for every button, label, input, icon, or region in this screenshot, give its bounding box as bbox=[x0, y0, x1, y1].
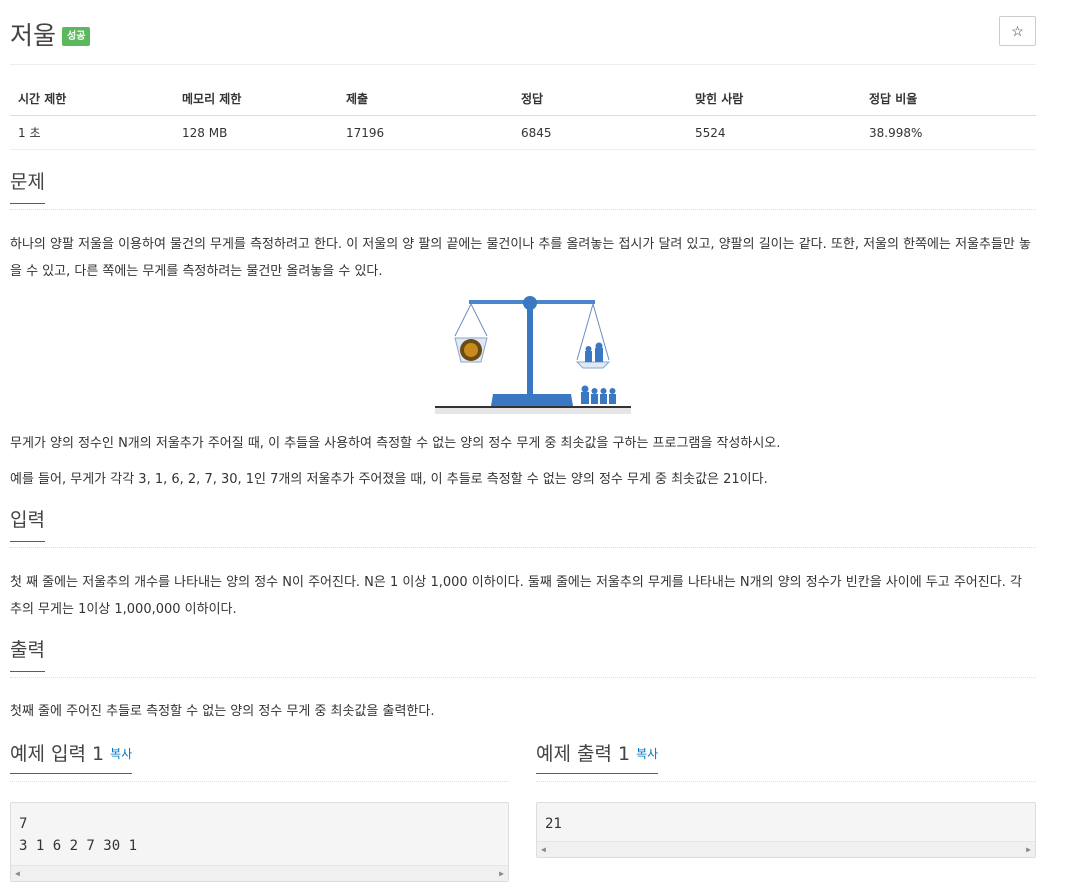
input-description: 첫 째 줄에는 저울추의 개수를 나타내는 양의 정수 N이 주어진다. N은 … bbox=[10, 575, 1022, 617]
output-section-title: 출력 bbox=[10, 638, 45, 672]
header-solvers: 맞힌 사람 bbox=[687, 84, 861, 116]
output-description: 첫째 줄에 주어진 추들로 측정할 수 없는 양의 정수 무게 중 최솟값을 출… bbox=[10, 704, 435, 719]
header-accept-ratio: 정답 비율 bbox=[861, 84, 1036, 116]
problem-title: 저울 bbox=[10, 21, 57, 50]
scroll-right-icon[interactable]: ▶ bbox=[499, 869, 504, 878]
star-icon: ☆ bbox=[1011, 23, 1024, 39]
scroll-right-icon[interactable]: ▶ bbox=[1026, 845, 1031, 854]
sample-output-code: 21 bbox=[545, 816, 562, 832]
sample-input-code: 7 3 1 6 2 7 30 1 bbox=[19, 816, 138, 854]
cell-submissions[interactable]: 17196 bbox=[338, 115, 513, 150]
copy-sample-input-link[interactable]: 복사 bbox=[110, 747, 132, 761]
cell-time-limit: 1 초 bbox=[10, 115, 174, 150]
problem-description-1: 하나의 양팔 저울을 이용하여 물건의 무게를 측정하려고 한다. 이 저울의 … bbox=[10, 237, 1031, 279]
output-section-header: 출력 bbox=[10, 638, 1036, 678]
sample-output-box[interactable]: 21 ◀ ▶ bbox=[536, 802, 1036, 858]
header-time-limit: 시간 제한 bbox=[10, 84, 174, 116]
copy-sample-output-link[interactable]: 복사 bbox=[636, 747, 658, 761]
sample-output-title: 예제 출력 1 복사 bbox=[536, 742, 659, 774]
sample-output-header: 예제 출력 1 복사 bbox=[536, 742, 1036, 782]
favorite-star-button[interactable]: ☆ bbox=[999, 16, 1036, 46]
problem-section-title: 문제 bbox=[10, 170, 45, 204]
cell-solvers[interactable]: 5524 bbox=[687, 115, 861, 150]
balance-scale-image bbox=[435, 296, 631, 414]
status-badge: 성공 bbox=[62, 27, 91, 46]
input-section-header: 입력 bbox=[10, 508, 1036, 548]
sample-input-header: 예제 입력 1 복사 bbox=[10, 742, 509, 782]
problem-info-table: 시간 제한 메모리 제한 제출 정답 맞힌 사람 정답 비율 1 초 128 M… bbox=[10, 84, 1036, 150]
scroll-left-icon[interactable]: ◀ bbox=[541, 845, 546, 854]
sample-input-title: 예제 입력 1 복사 bbox=[10, 742, 133, 774]
table-header-row: 시간 제한 메모리 제한 제출 정답 맞힌 사람 정답 비율 bbox=[10, 84, 1036, 116]
problem-description-3: 예를 들어, 무게가 각각 3, 1, 6, 2, 7, 30, 1인 7개의 … bbox=[10, 472, 768, 487]
header-submissions: 제출 bbox=[338, 84, 513, 116]
title-row: 저울 성공 ☆ bbox=[10, 14, 1036, 54]
table-row: 1 초 128 MB 17196 6845 5524 38.998% bbox=[10, 115, 1036, 150]
problem-section-header: 문제 bbox=[10, 170, 1036, 210]
title-divider bbox=[10, 64, 1036, 65]
scroll-left-icon[interactable]: ◀ bbox=[15, 869, 20, 878]
sample-output-scrollbar[interactable]: ◀ ▶ bbox=[537, 841, 1035, 857]
header-memory-limit: 메모리 제한 bbox=[174, 84, 338, 116]
header-accepted: 정답 bbox=[513, 84, 687, 116]
sample-input-title-text: 예제 입력 1 bbox=[10, 743, 105, 765]
cell-accepted: 6845 bbox=[513, 115, 687, 150]
sample-output-title-text: 예제 출력 1 bbox=[536, 743, 631, 765]
input-section-title: 입력 bbox=[10, 508, 45, 542]
cell-memory-limit: 128 MB bbox=[174, 115, 338, 150]
problem-description-2: 무게가 양의 정수인 N개의 저울추가 주어질 때, 이 추들을 사용하여 측정… bbox=[10, 436, 781, 451]
cell-accept-ratio: 38.998% bbox=[861, 115, 1036, 150]
sample-input-scrollbar[interactable]: ◀ ▶ bbox=[11, 865, 508, 881]
sample-input-box[interactable]: 7 3 1 6 2 7 30 1 ◀ ▶ bbox=[10, 802, 509, 882]
